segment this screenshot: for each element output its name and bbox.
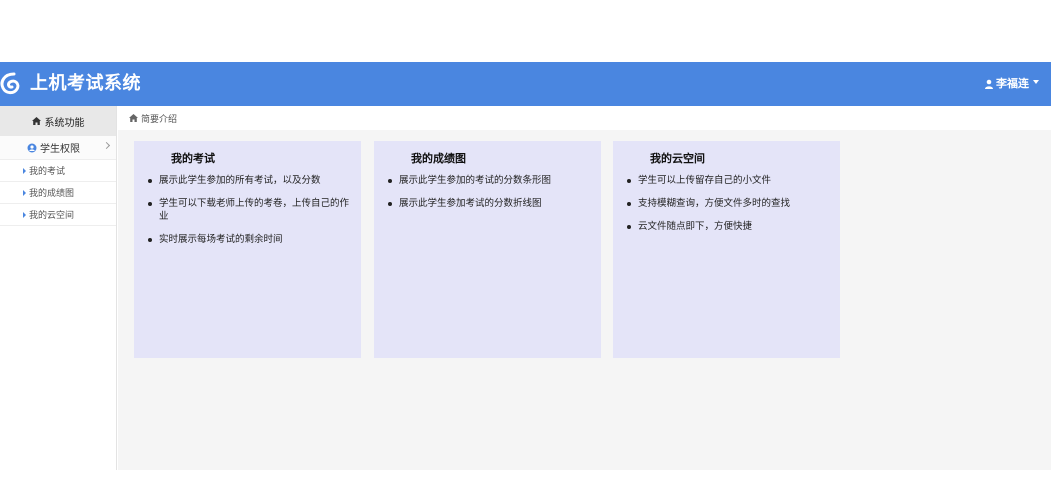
home-icon [31, 117, 41, 125]
breadcrumb: 简要介绍 [118, 106, 1051, 130]
list-item: 实时展示每场考试的剩余时间 [146, 233, 351, 246]
caret-right-icon [23, 189, 26, 196]
list-item: 云文件随点即下，方便快捷 [625, 220, 830, 233]
caret-down-icon [1033, 80, 1039, 84]
card-title: 我的成绩图 [411, 152, 466, 165]
sidebar-group-student-permissions[interactable]: 学生权限 [0, 136, 116, 160]
sidebar-group-label: 学生权限 [40, 144, 80, 155]
user-menu-dropdown[interactable]: 李福连 [985, 76, 1039, 92]
card-my-cloud-space: 我的云空间 学生可以上传留存自己的小文件 支持模糊查询，方便文件多时的查找 云文… [613, 141, 840, 358]
caret-right-icon [23, 167, 26, 174]
card-title: 我的云空间 [650, 152, 705, 165]
list-item: 学生可以上传留存自己的小文件 [625, 174, 830, 187]
list-item: 学生可以下载老师上传的考卷，上传自己的作业 [146, 197, 351, 223]
app-title: 上机考试系统 [30, 73, 141, 94]
sidebar-header: 系统功能 [0, 106, 116, 136]
list-item: 展示此学生参加的所有考试，以及分数 [146, 174, 351, 187]
swirl-logo-icon [0, 72, 20, 95]
card-my-grades-chart: 我的成绩图 展示此学生参加的考试的分数条形图 展示此学生参加考试的分数折线图 [374, 141, 601, 358]
list-item: 展示此学生参加考试的分数折线图 [386, 197, 591, 210]
sidebar-item-my-exams[interactable]: 我的考试 [0, 160, 116, 182]
list-item: 支持模糊查询，方便文件多时的查找 [625, 197, 830, 210]
chevron-right-icon [102, 141, 111, 150]
sidebar-header-label: 系统功能 [44, 117, 85, 129]
card-my-exams: 我的考试 展示此学生参加的所有考试，以及分数 学生可以下载老师上传的考卷，上传自… [134, 141, 361, 358]
caret-right-icon [23, 211, 26, 218]
sidebar-item-label: 我的云空间 [29, 211, 75, 221]
sidebar: 系统功能 学生权限 我的考试 我的成绩图 我的云空间 [0, 106, 117, 470]
top-navbar: 上机考试系统 李福连 [0, 62, 1051, 106]
sidebar-item-label: 我的考试 [29, 167, 66, 177]
sidebar-item-label: 我的成绩图 [29, 189, 75, 199]
home-icon [129, 114, 138, 122]
user-icon [985, 79, 993, 89]
sidebar-item-my-cloud-space[interactable]: 我的云空间 [0, 204, 116, 226]
main-content: 简要介绍 我的考试 展示此学生参加的所有考试，以及分数 学生可以下载老师上传的考… [118, 106, 1051, 470]
card-feature-list: 学生可以上传留存自己的小文件 支持模糊查询，方便文件多时的查找 云文件随点即下，… [625, 174, 830, 243]
card-title: 我的考试 [171, 152, 215, 165]
user-circle-icon [27, 143, 37, 152]
card-feature-list: 展示此学生参加的所有考试，以及分数 学生可以下载老师上传的考卷，上传自己的作业 … [146, 174, 351, 256]
user-name: 李福连 [996, 77, 1029, 90]
page: 上机考试系统 李福连 系统功能 学生权限 我的考试 我的成绩图 我的云空间 简要… [0, 0, 1051, 500]
list-item: 展示此学生参加的考试的分数条形图 [386, 174, 591, 187]
card-feature-list: 展示此学生参加的考试的分数条形图 展示此学生参加考试的分数折线图 [386, 174, 591, 220]
sidebar-item-my-grades-chart[interactable]: 我的成绩图 [0, 182, 116, 204]
breadcrumb-label: 简要介绍 [141, 114, 178, 125]
